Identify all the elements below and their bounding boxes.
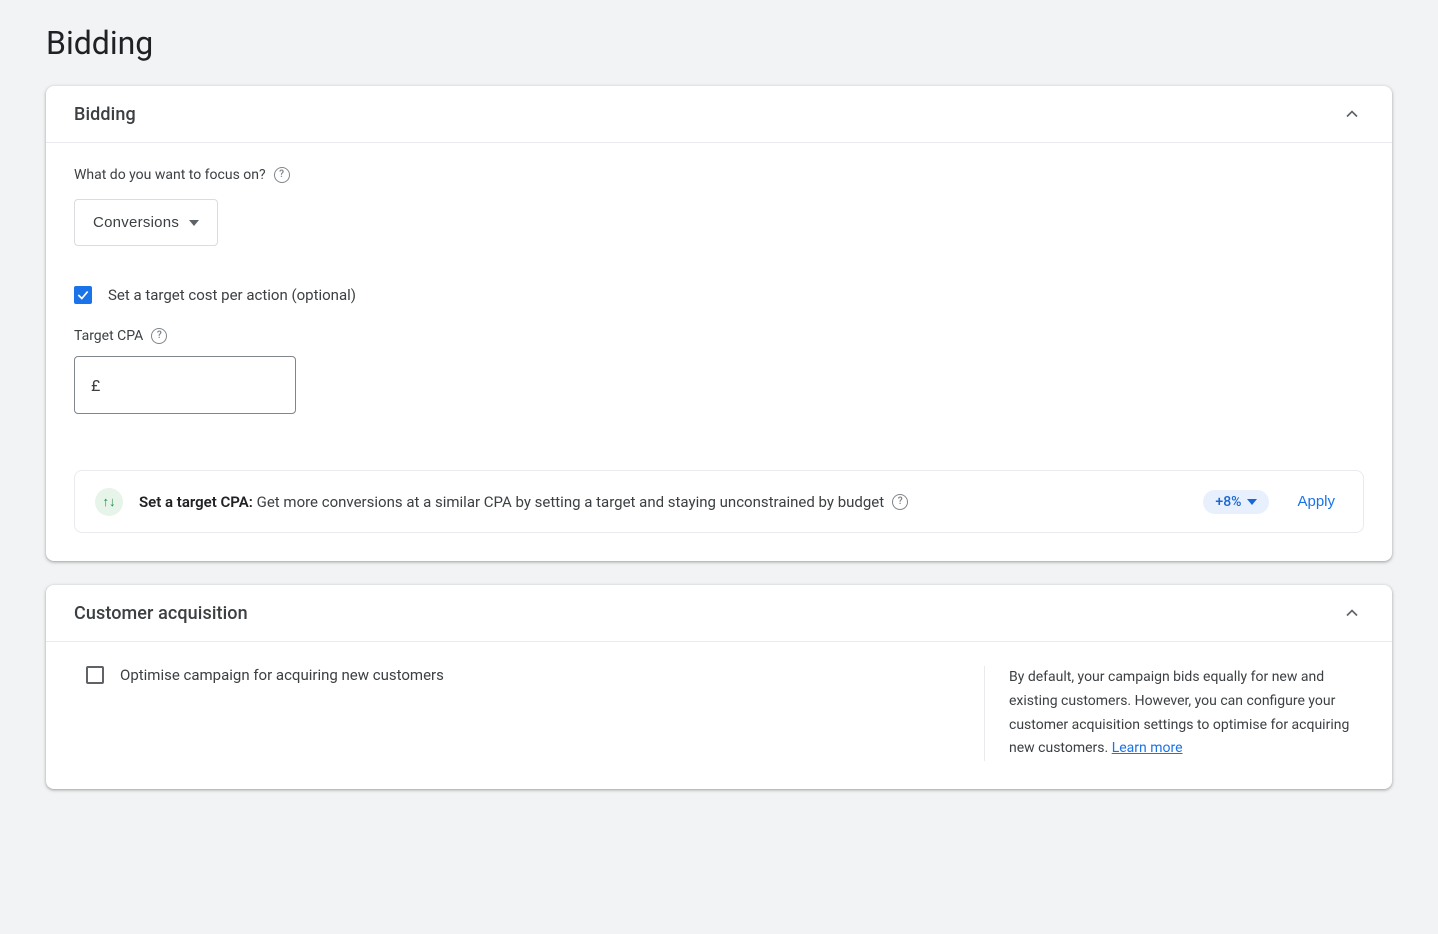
focus-label: What do you want to focus on? ?	[74, 167, 1364, 183]
uplift-badge: +8%	[1203, 490, 1269, 514]
cpa-suggestion: ↑↓ Set a target CPA: Get more conversion…	[74, 470, 1364, 533]
chevron-up-icon	[1340, 601, 1364, 625]
customer-acquisition-card: Customer acquisition Optimise campaign f…	[46, 585, 1392, 789]
help-icon[interactable]: ?	[151, 328, 167, 344]
target-cpa-input[interactable]	[104, 375, 279, 395]
focus-select[interactable]: Conversions	[74, 199, 218, 246]
target-cpa-field[interactable]: £	[74, 356, 296, 414]
optimise-label: Optimise campaign for acquiring new cust…	[120, 666, 444, 684]
help-icon[interactable]: ?	[274, 167, 290, 183]
uplift-value: +8%	[1215, 494, 1241, 510]
page-title: Bidding	[46, 24, 1392, 62]
arrows-up-down-icon: ↑↓	[95, 488, 123, 516]
target-cpa-label: Target CPA	[74, 328, 143, 344]
bidding-card-title: Bidding	[74, 104, 136, 125]
focus-label-text: What do you want to focus on?	[74, 167, 266, 183]
suggestion-body: Get more conversions at a similar CPA by…	[257, 493, 885, 511]
acquisition-card-title: Customer acquisition	[74, 603, 248, 624]
chevron-down-icon	[1247, 499, 1257, 505]
optimise-new-customers-checkbox[interactable]	[86, 666, 104, 684]
suggestion-title: Set a target CPA:	[139, 493, 253, 511]
bidding-card: Bidding What do you want to focus on? ? …	[46, 86, 1392, 561]
currency-prefix: £	[91, 376, 100, 395]
learn-more-link[interactable]: Learn more	[1112, 740, 1183, 756]
bidding-card-header[interactable]: Bidding	[46, 86, 1392, 143]
chevron-down-icon	[189, 220, 199, 226]
acquisition-info: By default, your campaign bids equally f…	[984, 666, 1364, 761]
set-target-checkbox[interactable]	[74, 286, 92, 304]
apply-button[interactable]: Apply	[1289, 487, 1343, 516]
help-icon[interactable]: ?	[892, 494, 908, 510]
set-target-label: Set a target cost per action (optional)	[108, 286, 356, 304]
target-cpa-label-row: Target CPA ?	[74, 328, 1364, 344]
focus-select-value: Conversions	[93, 214, 179, 231]
chevron-up-icon	[1340, 102, 1364, 126]
acquisition-card-header[interactable]: Customer acquisition	[46, 585, 1392, 642]
suggestion-text: Set a target CPA: Get more conversions a…	[139, 493, 1187, 511]
